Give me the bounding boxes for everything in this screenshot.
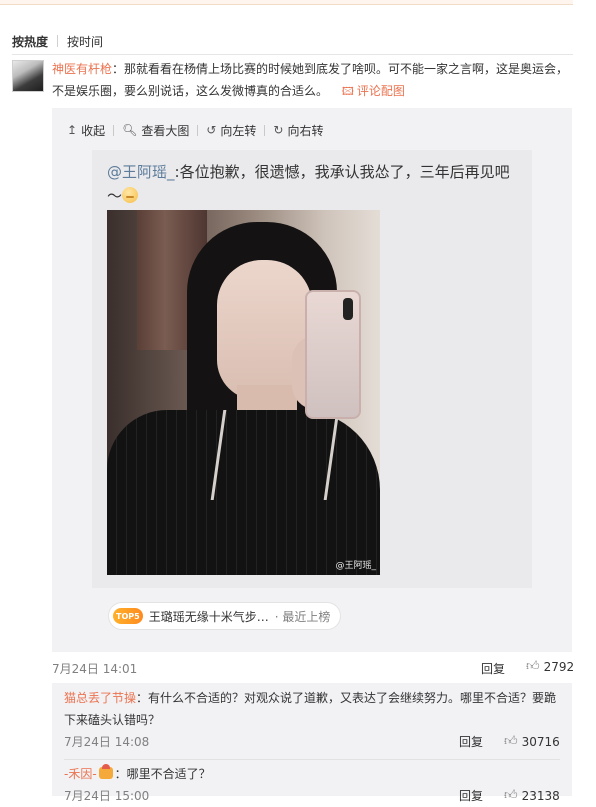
comment-image-link-label: 评论配图 bbox=[356, 84, 405, 98]
thumbs-up-icon: 👍︎ bbox=[504, 788, 518, 803]
hot-search-title: 王璐瑶无缘十米气步… bbox=[148, 609, 269, 624]
expanded-media-panel: ↥ 收起 🔍︎ 查看大图 ↺ 向左转 ↻ 向右转 @王阿瑶_:各位抱歉，很遗憾，我承认我… bbox=[52, 108, 572, 652]
reply-button[interactable]: 回复 bbox=[481, 660, 505, 677]
collapse-label: 收起 bbox=[81, 123, 106, 138]
comment-meta: 7月24日 14:01 回复 👍︎ 2792 bbox=[52, 659, 574, 677]
scrollbar[interactable] bbox=[587, 0, 596, 796]
crown-badge-icon bbox=[98, 764, 113, 779]
comment-sort-bar: 按热度 按时间 bbox=[12, 32, 103, 50]
sub-comment-body: ：有什么不合适的？对观众说了道歉，又表达了会继续努力。哪里不合适？要跪下来磕头认… bbox=[64, 691, 557, 727]
sub-comment-list: 猫总丢了节操：有什么不合适的？对观众说了道歉，又表达了会继续努力。哪里不合适？要… bbox=[52, 683, 572, 803]
toolbar-divider bbox=[113, 124, 115, 136]
photo-phone-camera bbox=[343, 298, 353, 320]
media-toolbar: ↥ 收起 🔍︎ 查看大图 ↺ 向左转 ↻ 向右转 bbox=[67, 121, 323, 139]
sub-comment-meta: 7月24日 15:00 回复 👍︎ 23138 bbox=[64, 785, 560, 805]
divider bbox=[12, 54, 573, 55]
collapse-button[interactable]: ↥ 收起 bbox=[67, 122, 105, 139]
like-count: 2792 bbox=[543, 659, 575, 674]
list-item: 猫总丢了节操：有什么不合适的？对观众说了道歉，又表达了会继续努力。哪里不合适？要… bbox=[64, 687, 560, 751]
hot-search-status: · 最近上榜 bbox=[274, 609, 331, 624]
rotate-left-icon: ↺ bbox=[206, 123, 217, 137]
rotate-right-button[interactable]: ↻ 向右转 bbox=[273, 122, 323, 139]
reposted-weibo-text: @王阿瑶_:各位抱歉，很遗憾，我承认我怂了，三年后再见吧～ bbox=[107, 160, 517, 208]
pensive-face-emoji-icon bbox=[122, 187, 139, 203]
sub-comment-meta: 7月24日 14:08 回复 👍︎ 30716 bbox=[64, 731, 560, 751]
hot-search-tag[interactable]: TOP5 王璐瑶无缘十米气步… · 最近上榜 bbox=[108, 602, 342, 630]
sort-by-time-tab[interactable]: 按时间 bbox=[67, 33, 103, 50]
sort-by-hot-tab[interactable]: 按热度 bbox=[12, 33, 48, 50]
magnifier-icon: 🔍︎ bbox=[122, 123, 138, 137]
photo-collar bbox=[210, 410, 340, 500]
thumbs-up-icon: 👍︎ bbox=[526, 659, 540, 674]
list-item: -禾因- ：哪里不合适了？ 7月24日 15:00 回复 👍︎ 23138 bbox=[64, 763, 560, 805]
like-button[interactable]: 👍︎ 2792 bbox=[526, 659, 574, 674]
reply-button[interactable]: 回复 bbox=[459, 731, 483, 753]
comment-body: 那就看看在杨倩上场比赛的时候她到底发了啥呗。可不能一家之言啊，这是奥运会，不是娱… bbox=[52, 62, 569, 98]
sub-comment-user-link[interactable]: 猫总丢了节操 bbox=[64, 691, 136, 705]
top-panel-edge bbox=[0, 0, 573, 5]
photo-watermark: @王阿瑶_ bbox=[335, 561, 376, 571]
at-user-link[interactable]: @王阿瑶_ bbox=[107, 163, 175, 181]
reposted-photo[interactable]: @王阿瑶_ bbox=[107, 210, 380, 575]
sub-comment-date: 7月24日 15:00 bbox=[64, 789, 150, 803]
comment-user-link[interactable]: 神医有杆枪 bbox=[52, 62, 112, 76]
like-count: 23138 bbox=[521, 789, 560, 803]
comment-text: 神医有杆枪：那就看看在杨倩上场比赛的时候她到底发了啥呗。可不能一家之言啊，这是奥… bbox=[52, 58, 572, 103]
sub-comment-text: 猫总丢了节操：有什么不合适的？对观众说了道歉，又表达了会继续努力。哪里不合适？要… bbox=[64, 687, 560, 731]
sort-divider bbox=[57, 35, 59, 47]
rotate-right-icon: ↻ bbox=[273, 123, 284, 137]
arrow-up-icon: ↥ bbox=[67, 123, 78, 137]
sub-comment-user-link[interactable]: -禾因- bbox=[64, 767, 97, 781]
comment-image-link[interactable]: 🖾 评论配图 bbox=[342, 84, 405, 98]
top-badge-icon: TOP5 bbox=[113, 608, 143, 624]
reposted-weibo-card: @王阿瑶_:各位抱歉，很遗憾，我承认我怂了，三年后再见吧～ @王阿瑶_ bbox=[92, 150, 532, 588]
toolbar-divider bbox=[197, 124, 199, 136]
divider bbox=[64, 759, 560, 760]
avatar[interactable] bbox=[12, 60, 44, 92]
sub-comment-text: -禾因- ：哪里不合适了？ bbox=[64, 763, 560, 785]
thumbs-up-icon: 👍︎ bbox=[504, 734, 518, 749]
reply-button[interactable]: 回复 bbox=[459, 785, 483, 807]
sub-comment-body: ：哪里不合适了？ bbox=[114, 767, 211, 781]
rotate-left-label: 向左转 bbox=[220, 123, 257, 138]
toolbar-divider bbox=[264, 124, 266, 136]
rotate-right-label: 向右转 bbox=[287, 123, 324, 138]
like-button[interactable]: 👍︎ 23138 bbox=[504, 785, 560, 807]
view-large-button[interactable]: 🔍︎ 查看大图 bbox=[122, 122, 189, 139]
image-icon: 🖾 bbox=[341, 85, 354, 98]
like-button[interactable]: 👍︎ 30716 bbox=[504, 731, 560, 753]
view-large-label: 查看大图 bbox=[141, 123, 190, 138]
sub-comment-date: 7月24日 14:08 bbox=[64, 735, 150, 749]
comment-separator: ： bbox=[112, 62, 125, 76]
like-count: 30716 bbox=[521, 735, 560, 749]
rotate-left-button[interactable]: ↺ 向左转 bbox=[206, 122, 256, 139]
comment-date: 7月24日 14:01 bbox=[52, 662, 138, 676]
